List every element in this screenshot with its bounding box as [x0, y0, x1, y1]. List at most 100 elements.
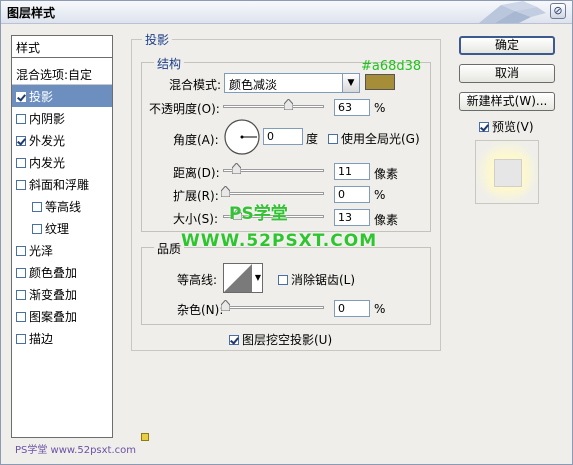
sidebar-item-10[interactable]: 图案叠加 [12, 305, 112, 327]
sidebar-item-label: 描边 [29, 332, 54, 346]
checkbox-icon[interactable] [16, 92, 26, 102]
blend-mode-select[interactable]: 颜色减淡 ▼ [224, 73, 360, 93]
ok-button[interactable]: 确定 [459, 36, 555, 55]
opacity-unit: % [374, 101, 386, 115]
sidebar-item-label: 内阴影 [29, 112, 66, 126]
checkbox-icon[interactable] [16, 180, 26, 190]
brand-watermark: PS学堂 [229, 204, 288, 224]
sidebar-item-label: 外发光 [29, 134, 66, 148]
distance-input[interactable]: 11 [334, 163, 370, 180]
window-logo-icon [479, 1, 546, 23]
sidebar-item-8[interactable]: 颜色叠加 [12, 261, 112, 283]
new-style-button[interactable]: 新建样式(W)... [459, 92, 555, 111]
window-title: 图层样式 [7, 6, 56, 20]
url-watermark: WWW.52PSXT.COM [181, 231, 378, 251]
angle-label: 角度(A): [173, 133, 219, 147]
checkbox-icon[interactable] [16, 268, 26, 278]
distance-unit: 像素 [374, 167, 399, 181]
chevron-down-icon: ▼ [342, 74, 359, 92]
sidebar-item-label: 纹理 [45, 222, 70, 236]
noise-label: 杂色(N): [177, 303, 224, 317]
opacity-slider[interactable] [223, 105, 324, 108]
sidebar-item-label: 斜面和浮雕 [29, 178, 90, 192]
checkbox-icon[interactable] [16, 312, 26, 322]
resize-grip-icon [141, 433, 149, 441]
quality-title: 品质 [154, 240, 185, 257]
shadow-color-swatch[interactable] [365, 74, 395, 90]
sidebar-item-7[interactable]: 光泽 [12, 239, 112, 261]
sidebar-item-11[interactable]: 描边 [12, 327, 112, 349]
noise-slider[interactable] [223, 306, 324, 309]
structure-title: 结构 [154, 55, 185, 72]
contour-picker[interactable]: ▼ [223, 263, 263, 293]
spread-label: 扩展(R): [173, 189, 219, 203]
sidebar-item-9[interactable]: 渐变叠加 [12, 283, 112, 305]
size-label: 大小(S): [173, 212, 219, 226]
sidebar-item-2[interactable]: 外发光 [12, 129, 112, 151]
checkbox-icon[interactable] [16, 136, 26, 146]
spread-slider-thumb[interactable] [221, 186, 230, 197]
noise-slider-thumb[interactable] [221, 300, 230, 311]
opacity-input[interactable]: 63 [334, 99, 370, 116]
sidebar-item-label: 光泽 [29, 244, 54, 258]
blend-mode-label: 混合模式: [169, 78, 222, 92]
opacity-slider-thumb[interactable] [284, 99, 293, 110]
angle-unit: 度 [306, 132, 319, 146]
layer-style-dialog: 图层样式 ⊘ 样式 混合选项:自定 投影内阴影外发光内发光斜面和浮雕等高线纹理光… [0, 0, 573, 465]
contour-preview-icon [224, 264, 252, 292]
preview-label: 预览(V) [492, 120, 534, 134]
size-unit: 像素 [374, 213, 399, 227]
checkbox-icon[interactable] [16, 290, 26, 300]
chevron-down-icon: ▼ [254, 273, 261, 282]
distance-slider-thumb[interactable] [232, 163, 241, 174]
checkbox-icon[interactable] [16, 114, 26, 124]
noise-unit: % [374, 302, 386, 316]
sidebar-item-6[interactable]: 纹理 [12, 217, 112, 239]
checkbox-icon[interactable] [16, 246, 26, 256]
knockout-check-icon [229, 335, 239, 345]
angle-dial-icon[interactable] [223, 118, 261, 156]
anti-alias-check-icon [278, 275, 288, 285]
sidebar-item-label: 内发光 [29, 156, 66, 170]
drop-shadow-title: 投影 [142, 31, 173, 48]
use-global-light-checkbox[interactable]: 使用全局光(G) [328, 130, 420, 147]
title-bar[interactable]: 图层样式 ⊘ [1, 1, 572, 24]
close-button[interactable]: ⊘ [550, 3, 566, 19]
sidebar-item-blending-options[interactable]: 混合选项:自定 [12, 63, 112, 85]
checkbox-icon[interactable] [16, 334, 26, 344]
knockout-label: 图层挖空投影(U) [242, 333, 333, 347]
sidebar-item-4[interactable]: 斜面和浮雕 [12, 173, 112, 195]
sidebar-item-label: 渐变叠加 [29, 288, 78, 302]
sidebar-item-0[interactable]: 投影 [12, 85, 112, 107]
anti-alias-label: 消除锯齿(L) [291, 273, 356, 287]
preview-check-icon [479, 122, 489, 132]
blend-mode-value: 颜色减淡 [229, 78, 278, 92]
use-global-light-check-icon [328, 134, 338, 144]
color-hex-annotation: #a68d38 [361, 59, 422, 74]
size-input[interactable]: 13 [334, 209, 370, 226]
contour-label: 等高线: [177, 273, 218, 287]
preview-checkbox[interactable]: 预览(V) [479, 118, 534, 135]
cancel-button[interactable]: 取消 [459, 64, 555, 83]
style-preview-swatch [475, 140, 539, 204]
knockout-checkbox[interactable]: 图层挖空投影(U) [229, 331, 332, 348]
styles-sidebar: 样式 混合选项:自定 投影内阴影外发光内发光斜面和浮雕等高线纹理光泽颜色叠加渐变… [11, 35, 113, 438]
spread-slider[interactable] [223, 192, 324, 195]
spread-unit: % [374, 188, 386, 202]
angle-input[interactable]: 0 [263, 128, 303, 145]
sidebar-item-1[interactable]: 内阴影 [12, 107, 112, 129]
sidebar-item-label: 投影 [29, 90, 54, 104]
sidebar-item-5[interactable]: 等高线 [12, 195, 112, 217]
opacity-label: 不透明度(O): [149, 102, 220, 116]
checkbox-icon[interactable] [16, 158, 26, 168]
sidebar-header: 样式 [12, 36, 112, 58]
spread-input[interactable]: 0 [334, 186, 370, 203]
checkbox-icon[interactable] [32, 202, 42, 212]
sidebar-item-label: 图案叠加 [29, 310, 78, 324]
checkbox-icon[interactable] [32, 224, 42, 234]
footer-watermark: PS学堂 www.52psxt.com [15, 445, 137, 456]
sidebar-item-label: 等高线 [45, 200, 82, 214]
noise-input[interactable]: 0 [334, 300, 370, 317]
anti-alias-checkbox[interactable]: 消除锯齿(L) [278, 271, 355, 288]
sidebar-item-3[interactable]: 内发光 [12, 151, 112, 173]
